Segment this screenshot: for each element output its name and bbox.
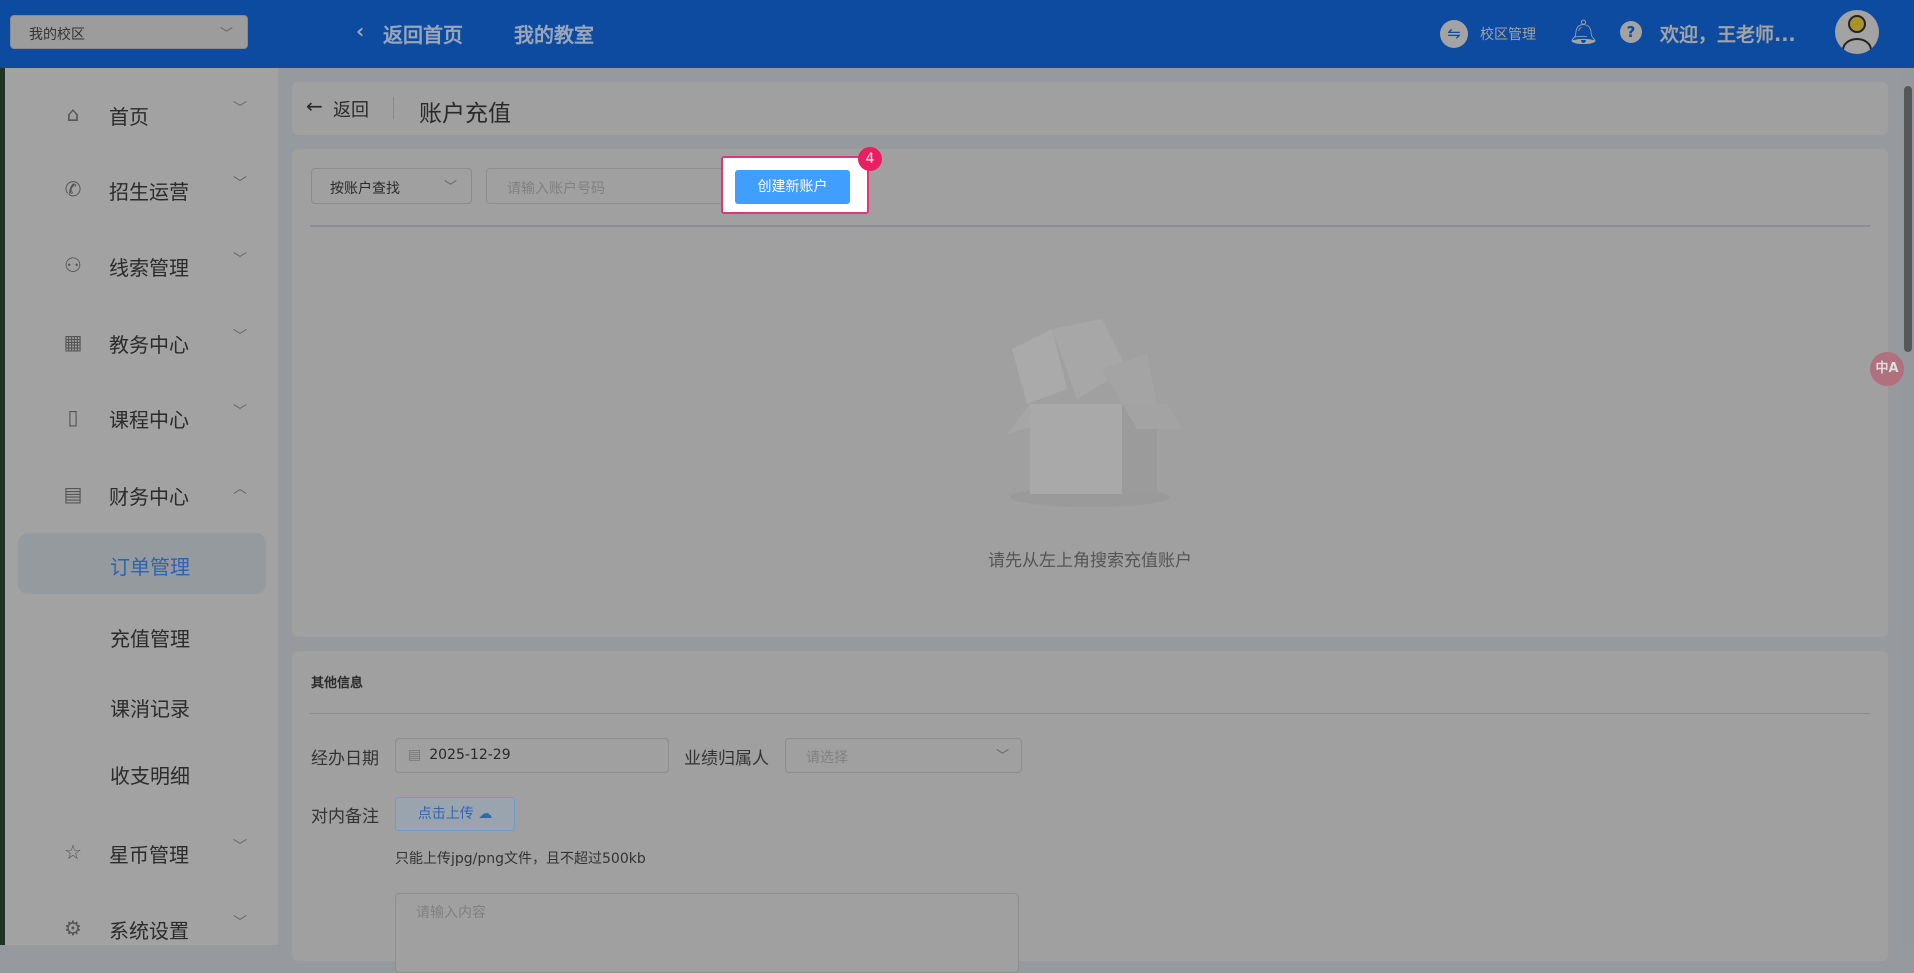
divider — [310, 225, 1870, 227]
campus-manage-link[interactable]: 校区管理 — [1480, 24, 1536, 44]
account-number-input[interactable]: 请输入账户号码 — [486, 168, 726, 204]
date-picker[interactable]: ▤ 2025-12-29 — [395, 738, 669, 773]
sidebar: ⌂ 首页 ﹀ ✆ 招生运营 ﹀ ⚇ 线索管理 ﹀ ▦ 教务中心 ﹀ ▯ 课程中心 ﹀ ▤ 财务中心 ︿ … — [0, 68, 278, 945]
chevron-down-icon: ﹀ — [233, 404, 247, 420]
sidebar-item-label: 首页 — [109, 105, 149, 129]
chevron-up-icon: ︿ — [233, 481, 247, 497]
sidebar-sub-income[interactable]: 收支明细 — [110, 760, 190, 789]
divider — [393, 97, 394, 119]
page-title: 账户充值 — [419, 101, 511, 127]
user-icon: ⚇ — [64, 253, 82, 277]
sidebar-item-label: 系统设置 — [109, 919, 189, 943]
sidebar-item-stars[interactable]: ☆ 星币管理 ﹀ — [5, 832, 283, 872]
search-mode-select[interactable]: 按账户查找 ﹀ — [311, 168, 472, 204]
campus-select[interactable]: 我的校区 ﹀ — [10, 15, 248, 49]
divider — [310, 713, 1870, 714]
back-arrow-icon[interactable]: ← — [306, 94, 323, 118]
gear-icon: ⚙ — [64, 916, 82, 940]
chevron-down-icon: ﹀ — [233, 176, 247, 192]
sidebar-item-label: 课程中心 — [109, 408, 189, 432]
search-card: 按账户查找 ﹀ 请输入账户号码 创建新账户 4 请先从左上角搜索充值账户 — [292, 147, 1888, 637]
scrollbar-thumb[interactable] — [1904, 86, 1912, 352]
upload-button[interactable]: 点击上传 ☁ — [395, 797, 515, 831]
chevron-down-icon: ﹀ — [995, 749, 1009, 764]
sidebar-item-label: 星币管理 — [109, 843, 189, 867]
empty-box-icon — [1007, 319, 1182, 507]
owner-label: 业绩归属人 — [684, 749, 769, 769]
calendar-icon: ▤ — [408, 747, 422, 763]
building-icon: ▦ — [63, 330, 83, 354]
back-link[interactable]: 返回 — [333, 96, 369, 122]
owner-placeholder: 请选择 — [806, 750, 848, 766]
chevron-down-icon: ﹀ — [443, 180, 457, 195]
back-home-link[interactable]: 返回首页 — [383, 19, 463, 48]
avatar[interactable] — [1835, 10, 1879, 54]
create-account-button[interactable]: 创建新账户 — [735, 170, 850, 204]
account-number-placeholder: 请输入账户号码 — [507, 181, 605, 197]
page-header-card: ← 返回 账户充值 — [292, 82, 1888, 135]
my-classroom-link[interactable]: 我的教室 — [514, 19, 594, 48]
search-mode-value: 按账户查找 — [330, 181, 400, 197]
remark-placeholder: 请输入内容 — [416, 905, 486, 921]
chevron-down-icon: ﹀ — [233, 252, 247, 268]
sidebar-sub-consumption[interactable]: 课消记录 — [110, 693, 190, 722]
star-icon: ☆ — [64, 840, 82, 864]
sidebar-sub-orders[interactable]: 订单管理 — [110, 551, 190, 580]
date-value: 2025-12-29 — [429, 747, 511, 763]
card-icon: ▤ — [63, 482, 83, 506]
top-header: 我的校区 ﹀ ‹ 返回首页 我的教室 ⇋ 校区管理 🔔︎ ? 欢迎，王老师... — [0, 0, 1914, 68]
chevron-down-icon: ﹀ — [233, 915, 247, 931]
upload-hint: 只能上传jpg/png文件，且不超过500kb — [395, 851, 646, 867]
chevron-left-icon: ‹ — [356, 19, 365, 43]
notebook-icon: ▯ — [67, 405, 79, 429]
upload-button-label: 点击上传 — [417, 806, 474, 822]
chevron-down-icon: ﹀ — [233, 329, 247, 345]
empty-state-text: 请先从左上角搜索充值账户 — [988, 551, 1192, 571]
other-info-card: 其他信息 经办日期 ▤ 2025-12-29 业绩归属人 请选择 ﹀ 对内备注 点击… — [292, 651, 1888, 973]
sidebar-item-course[interactable]: ▯ 课程中心 ﹀ — [5, 397, 283, 437]
sidebar-item-label: 线索管理 — [109, 256, 189, 280]
sidebar-item-label: 教务中心 — [109, 333, 189, 357]
sidebar-item-label: 招生运营 — [109, 180, 189, 204]
home-icon: ⌂ — [66, 102, 80, 126]
help-icon[interactable]: ? — [1620, 21, 1642, 43]
phone-icon: ✆ — [64, 177, 82, 201]
owner-select[interactable]: 请选择 ﹀ — [785, 738, 1022, 773]
remark-textarea[interactable]: 请输入内容 — [395, 893, 1019, 973]
remark-label: 对内备注 — [311, 807, 379, 827]
cloud-upload-icon: ☁ — [478, 806, 493, 822]
sidebar-item-enrollment[interactable]: ✆ 招生运营 ﹀ — [5, 169, 283, 209]
welcome-text[interactable]: 欢迎，王老师... — [1660, 20, 1796, 47]
campus-select-value: 我的校区 — [29, 27, 85, 43]
chevron-down-icon: ﹀ — [219, 27, 233, 42]
sidebar-item-home[interactable]: ⌂ 首页 ﹀ — [5, 94, 283, 134]
bell-icon[interactable]: 🔔︎ — [1568, 18, 1598, 46]
swap-icon[interactable]: ⇋ — [1440, 20, 1468, 48]
sidebar-item-academic[interactable]: ▦ 教务中心 ﹀ — [5, 322, 283, 362]
chevron-down-icon: ﹀ — [233, 101, 247, 117]
step-badge: 4 — [858, 147, 882, 171]
sidebar-sub-recharge[interactable]: 充值管理 — [110, 623, 190, 652]
sidebar-item-finance[interactable]: ▤ 财务中心 ︿ — [5, 474, 283, 514]
sidebar-item-settings[interactable]: ⚙ 系统设置 ﹀ — [5, 908, 283, 948]
section-title: 其他信息 — [311, 676, 364, 691]
date-label: 经办日期 — [311, 749, 379, 769]
sidebar-item-label: 财务中心 — [109, 485, 189, 509]
translate-icon[interactable]: 中A — [1870, 352, 1904, 386]
scrollbar[interactable] — [1902, 68, 1914, 945]
chevron-down-icon: ﹀ — [233, 839, 247, 855]
sidebar-item-leads[interactable]: ⚇ 线索管理 ﹀ — [5, 245, 283, 285]
